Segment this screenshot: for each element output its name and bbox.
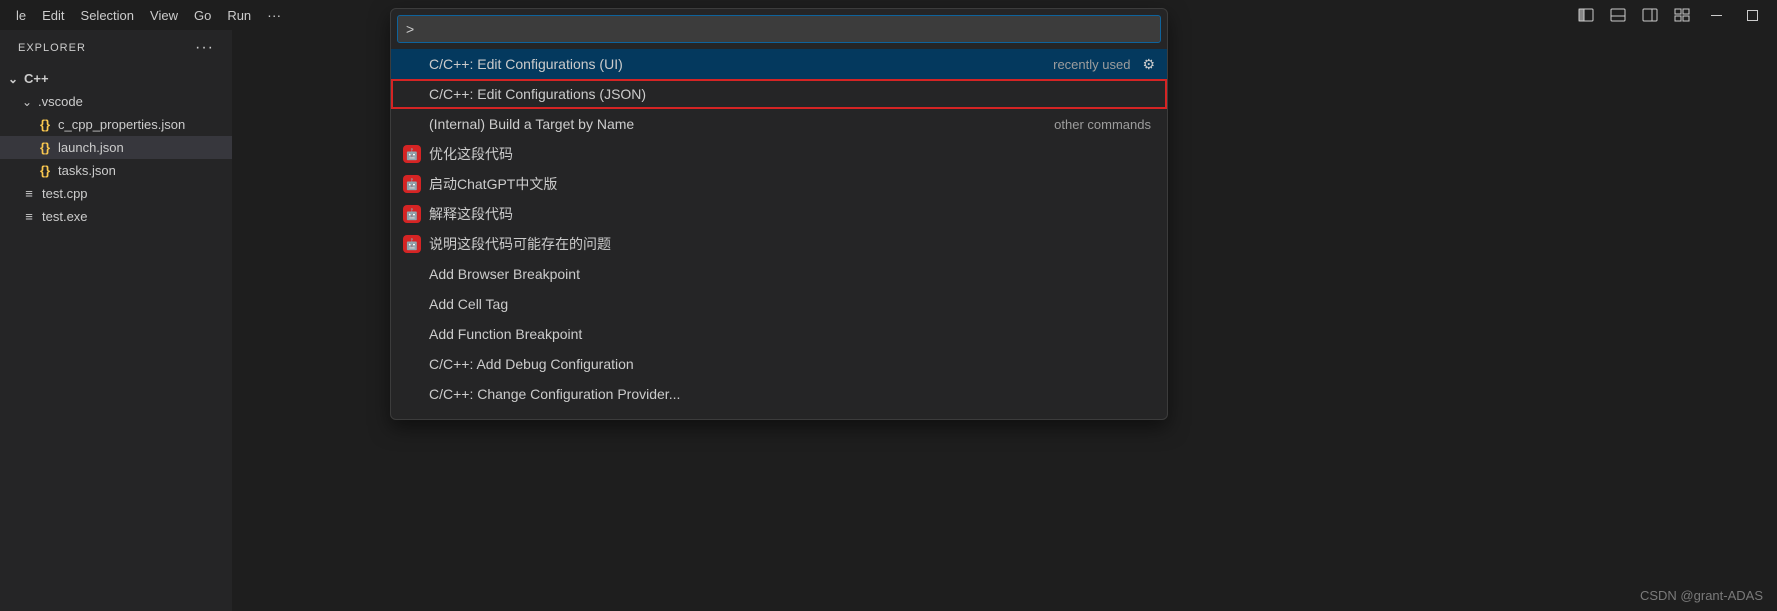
menu-go[interactable]: Go — [186, 4, 219, 27]
explorer-sidebar: EXPLORER ··· ⌄ C++ ⌄ .vscode {} c_cpp_pr… — [0, 30, 232, 611]
robot-icon: 🤖 — [403, 145, 421, 163]
robot-icon: 🤖 — [403, 175, 421, 193]
command-item[interactable]: 🤖 说明这段代码可能存在的问题 — [391, 229, 1167, 259]
file-icon: ≡ — [20, 186, 38, 201]
command-item[interactable]: 🤖 解释这段代码 — [391, 199, 1167, 229]
explorer-more-icon[interactable]: ··· — [195, 39, 214, 57]
command-item[interactable]: C/C++: Change Configuration Provider... — [391, 379, 1167, 409]
robot-icon: 🤖 — [403, 205, 421, 223]
json-icon: {} — [36, 117, 54, 132]
file-tree: ⌄ C++ ⌄ .vscode {} c_cpp_properties.json… — [0, 65, 232, 228]
command-group-label: recently used — [1053, 57, 1130, 72]
command-label: 优化这段代码 — [429, 144, 1155, 164]
menu-file[interactable]: le — [8, 4, 34, 27]
command-label: C/C++: Edit Configurations (UI) — [429, 56, 1045, 72]
layout-customize-icon[interactable] — [1667, 1, 1697, 29]
layout-secondary-icon[interactable] — [1635, 1, 1665, 29]
minimize-button[interactable] — [1699, 1, 1733, 29]
command-item[interactable]: C/C++: Clear All Code Analysis Problems — [391, 409, 1167, 419]
command-label: 启动ChatGPT中文版 — [429, 174, 1155, 194]
command-item[interactable]: (Internal) Build a Target by Name other c… — [391, 109, 1167, 139]
tree-file-tasks[interactable]: {} tasks.json — [0, 159, 232, 182]
explorer-header: EXPLORER ··· — [0, 30, 232, 65]
command-input[interactable] — [397, 15, 1161, 43]
command-item[interactable]: Add Cell Tag — [391, 289, 1167, 319]
tree-root[interactable]: ⌄ C++ — [0, 67, 232, 90]
command-label: C/C++: Clear All Code Analysis Problems — [429, 416, 1155, 419]
json-icon: {} — [36, 140, 54, 155]
command-group-label: other commands — [1054, 117, 1151, 132]
menu-selection[interactable]: Selection — [73, 4, 142, 27]
command-label: (Internal) Build a Target by Name — [429, 116, 1046, 132]
menu-edit[interactable]: Edit — [34, 4, 72, 27]
command-label: 解释这段代码 — [429, 204, 1155, 224]
menu-run[interactable]: Run — [219, 4, 259, 27]
command-item[interactable]: 🤖 优化这段代码 — [391, 139, 1167, 169]
menu-view[interactable]: View — [142, 4, 186, 27]
tree-file-cpp-properties[interactable]: {} c_cpp_properties.json — [0, 113, 232, 136]
command-palette: C/C++: Edit Configurations (UI) recently … — [390, 8, 1168, 420]
file-icon: ≡ — [20, 209, 38, 224]
command-item[interactable]: Add Browser Breakpoint — [391, 259, 1167, 289]
json-icon: {} — [36, 163, 54, 178]
command-item[interactable]: C/C++: Add Debug Configuration — [391, 349, 1167, 379]
gear-icon[interactable]: ⚙ — [1142, 56, 1155, 73]
menu-overflow-icon[interactable]: ··· — [259, 3, 289, 27]
command-label: C/C++: Edit Configurations (JSON) — [429, 86, 1155, 102]
command-label: Add Cell Tag — [429, 296, 1155, 312]
command-label: Add Browser Breakpoint — [429, 266, 1155, 282]
explorer-title: EXPLORER — [18, 42, 86, 54]
chevron-down-icon: ⌄ — [20, 95, 34, 109]
tree-file-testcpp[interactable]: ≡ test.cpp — [0, 182, 232, 205]
watermark-text: CSDN @grant-ADAS — [1640, 588, 1763, 603]
command-list: C/C++: Edit Configurations (UI) recently … — [391, 49, 1167, 419]
command-label: Add Function Breakpoint — [429, 326, 1155, 342]
command-label: C/C++: Add Debug Configuration — [429, 356, 1155, 372]
command-label: 说明这段代码可能存在的问题 — [429, 234, 1155, 254]
command-item[interactable]: C/C++: Edit Configurations (JSON) — [391, 79, 1167, 109]
tree-file-testexe[interactable]: ≡ test.exe — [0, 205, 232, 228]
command-item[interactable]: C/C++: Edit Configurations (UI) recently … — [391, 49, 1167, 79]
command-item[interactable]: 🤖 启动ChatGPT中文版 — [391, 169, 1167, 199]
tree-file-launch[interactable]: {} launch.json — [0, 136, 232, 159]
layout-primary-icon[interactable] — [1571, 1, 1601, 29]
titlebar-controls — [1571, 0, 1777, 30]
command-label: C/C++: Change Configuration Provider... — [429, 386, 1155, 402]
robot-icon: 🤖 — [403, 235, 421, 253]
tree-folder-vscode[interactable]: ⌄ .vscode — [0, 90, 232, 113]
layout-panel-icon[interactable] — [1603, 1, 1633, 29]
maximize-button[interactable] — [1735, 1, 1769, 29]
command-item[interactable]: Add Function Breakpoint — [391, 319, 1167, 349]
chevron-down-icon: ⌄ — [6, 72, 20, 86]
